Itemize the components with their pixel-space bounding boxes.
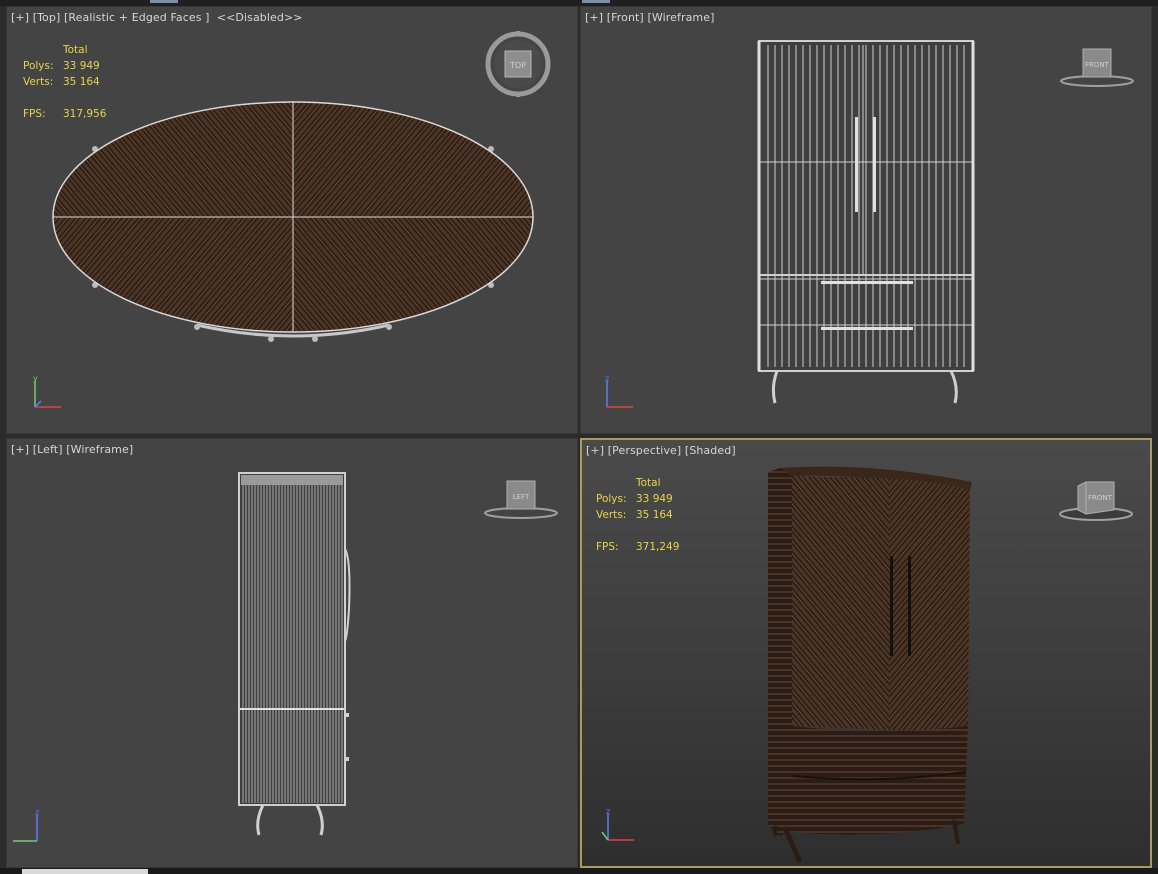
viewport-top[interactable]: [+] [Top] [Realistic + Edged Faces ] <<D… <box>6 6 578 434</box>
stats-header: Total <box>636 477 661 489</box>
viewcube-top[interactable]: TOP <box>483 29 553 99</box>
axis-gizmo: z <box>601 807 634 841</box>
fps-value: 371,249 <box>636 541 680 553</box>
stats-header: Total <box>63 44 88 56</box>
viewport-menu-button[interactable]: [+] <box>585 11 603 24</box>
table-top-model <box>52 101 534 342</box>
cabinet-perspective-render <box>768 466 972 864</box>
viewport-menu-button[interactable]: [+] <box>11 11 29 24</box>
viewcube-front[interactable]: FRONT <box>1057 43 1137 93</box>
axis-gizmo: y <box>33 375 61 408</box>
svg-text:z: z <box>605 374 609 383</box>
toolbar-tab-marker <box>150 0 178 3</box>
polys-value: 33 949 <box>636 493 673 505</box>
view-name-button[interactable]: [Left] <box>33 443 63 456</box>
viewcube-label: FRONT <box>1085 61 1110 69</box>
axis-gizmo: z <box>605 374 633 408</box>
status-field[interactable] <box>22 869 148 874</box>
view-name-button[interactable]: [Perspective] <box>608 444 682 457</box>
viewport-front-label: [+] [Front] [Wireframe] <box>585 11 714 24</box>
svg-text:y: y <box>33 375 38 383</box>
verts-label: Verts: <box>596 509 627 521</box>
svg-text:z: z <box>606 807 610 816</box>
stats-overlay: Total Polys: 33 949 Verts: 35 164 FPS: 371,… <box>596 475 679 555</box>
axis-gizmo: z <box>13 808 39 842</box>
polys-value: 33 949 <box>63 60 100 72</box>
shading-mode-button[interactable]: [Wireframe] <box>647 11 714 24</box>
viewport-perspective[interactable]: [+] [Perspective] [Shaded] Total Polys: 3… <box>580 438 1152 868</box>
bottom-status-strip <box>0 868 1158 874</box>
viewport-menu-button[interactable]: [+] <box>586 444 604 457</box>
viewport-top-label: [+] [Top] [Realistic + Edged Faces ] <<D… <box>11 11 303 24</box>
cabinet-left-wireframe <box>238 472 351 836</box>
cabinet-front-wireframe <box>757 40 975 404</box>
toolbar-tab-marker <box>582 0 610 3</box>
viewport-left[interactable]: [+] [Left] [Wireframe] LEFT z <box>6 438 578 868</box>
polys-label: Polys: <box>596 493 627 505</box>
fps-label: FPS: <box>596 541 619 553</box>
verts-value: 35 164 <box>636 509 673 521</box>
viewcube-label: TOP <box>509 61 526 70</box>
verts-label: Verts: <box>23 76 54 88</box>
view-name-button[interactable]: [Top] <box>33 11 61 24</box>
disabled-label: <<Disabled>> <box>216 11 303 24</box>
svg-text:z: z <box>35 808 39 817</box>
verts-value: 35 164 <box>63 76 100 88</box>
viewport-menu-button[interactable]: [+] <box>11 443 29 456</box>
viewcube-perspective[interactable]: FRONT <box>1056 476 1138 526</box>
viewcube-label: FRONT <box>1088 494 1113 502</box>
shading-mode-button[interactable]: [Shaded] <box>685 444 736 457</box>
viewcube-left[interactable]: LEFT <box>483 477 563 527</box>
viewport-front[interactable]: [+] [Front] [Wireframe] FRONT z <box>580 6 1152 434</box>
viewport-left-label: [+] [Left] [Wireframe] <box>11 443 133 456</box>
shading-mode-button[interactable]: [Wireframe] <box>66 443 133 456</box>
polys-label: Polys: <box>23 60 54 72</box>
viewport-perspective-label: [+] [Perspective] [Shaded] <box>586 444 736 457</box>
view-name-button[interactable]: [Front] <box>607 11 644 24</box>
viewcube-label: LEFT <box>513 493 530 501</box>
shading-mode-button[interactable]: [Realistic + Edged Faces ] <box>64 11 210 24</box>
